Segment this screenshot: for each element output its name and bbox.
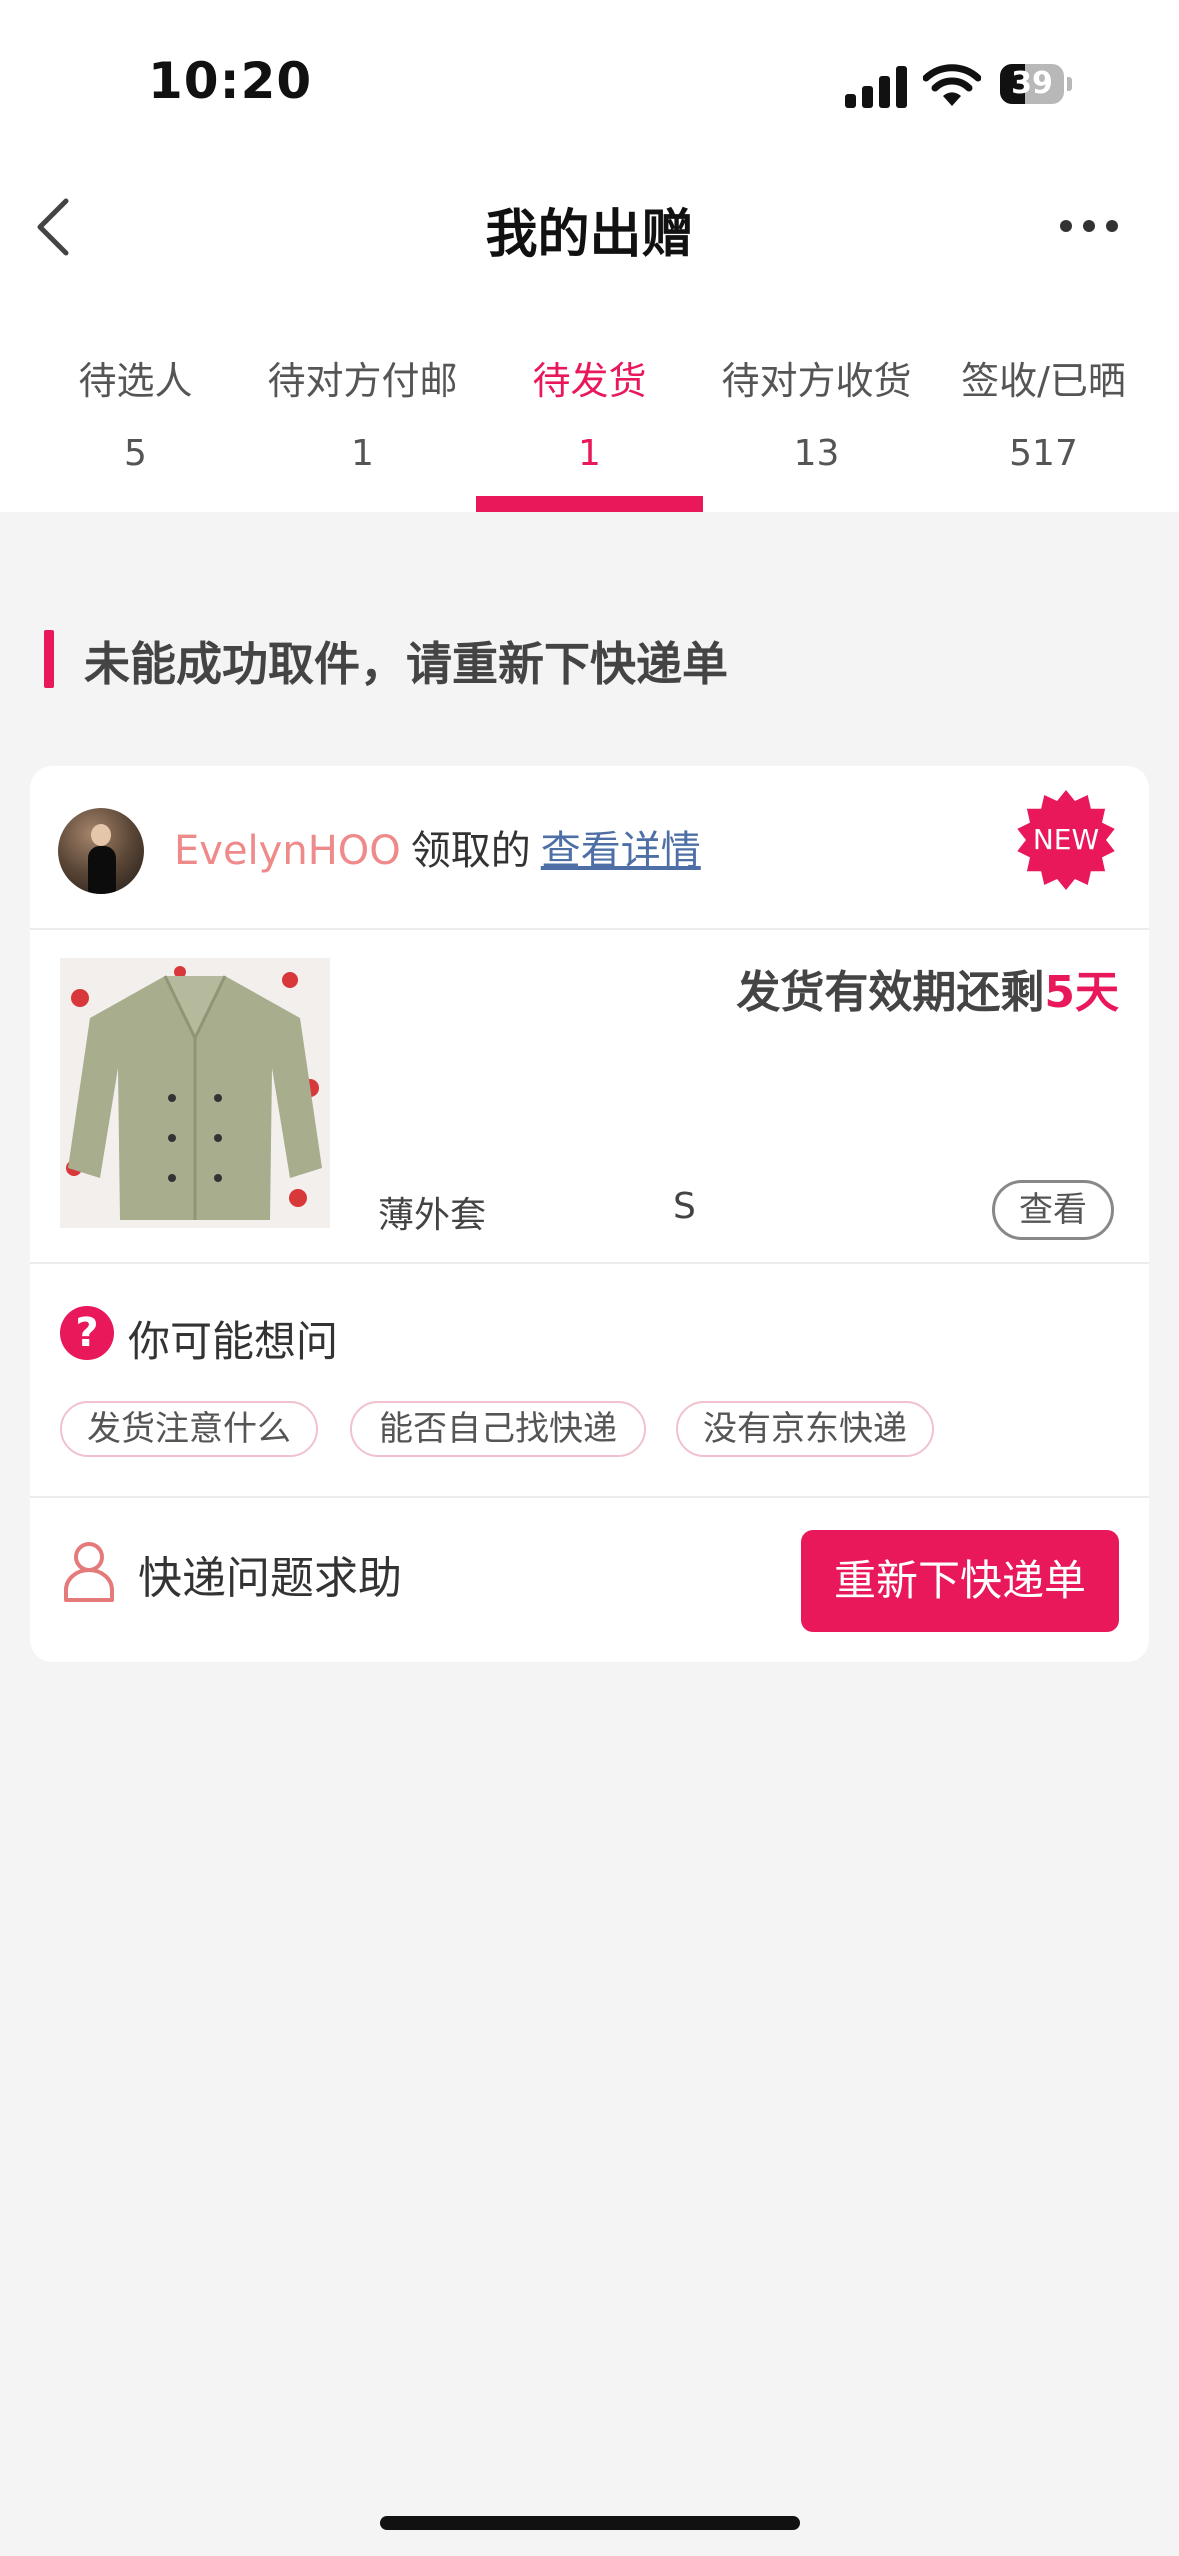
active-tab-indicator: [476, 496, 703, 512]
more-icon[interactable]: [1060, 220, 1118, 234]
new-badge-icon: NEW: [1014, 788, 1118, 892]
username[interactable]: EvelynHOO: [174, 828, 401, 874]
tab-to-select[interactable]: 待选人 5: [22, 340, 249, 512]
divider: [30, 1262, 1149, 1264]
view-details-link[interactable]: 查看详情: [541, 828, 701, 874]
tab-label: 待对方付邮: [267, 359, 458, 403]
item-name: 薄外套: [378, 1195, 487, 1236]
tab-label: 签收/已晒: [961, 359, 1126, 403]
faq-chip[interactable]: 没有京东快递: [676, 1401, 934, 1457]
deadline-days: 5天: [1044, 967, 1119, 1018]
item-size: S: [673, 1186, 696, 1227]
divider: [30, 928, 1149, 930]
rebook-courier-button[interactable]: 重新下快递单: [801, 1530, 1119, 1632]
claim-line: EvelynHOO 领取的 查看详情: [174, 818, 701, 876]
tab-count: 1: [578, 433, 601, 474]
page-title: 我的出赠: [485, 205, 694, 265]
tab-label: 待发货: [532, 359, 647, 403]
home-indicator[interactable]: [380, 2516, 800, 2530]
battery-level: 39: [1011, 66, 1053, 101]
deadline-prefix: 发货有效期还剩: [736, 967, 1045, 1018]
avatar[interactable]: [58, 808, 144, 894]
tab-awaiting-receipt[interactable]: 待对方收货 13: [703, 340, 930, 512]
tab-label: 待对方收货: [721, 359, 912, 403]
item-photo[interactable]: [60, 958, 330, 1228]
battery-icon: 39: [1000, 64, 1072, 106]
header-area: 10:20 39 我的出赠 待选人 5 待对方付邮 1 待发货 1 待对方收货 …: [0, 0, 1179, 512]
question-icon: ?: [60, 1306, 114, 1360]
claim-text: 领取的: [410, 828, 531, 874]
view-button[interactable]: 查看: [992, 1180, 1114, 1240]
tab-count: 1: [351, 433, 374, 474]
tab-count: 13: [793, 433, 840, 474]
shipping-deadline: 发货有效期还剩5天: [736, 956, 1119, 1020]
courier-help-link[interactable]: 快递问题求助: [138, 1542, 402, 1606]
section-title: 未能成功取件，请重新下快递单: [84, 637, 728, 691]
divider: [30, 1496, 1149, 1498]
person-icon: [64, 1542, 114, 1602]
wifi-icon: [923, 64, 981, 106]
tab-count: 5: [124, 433, 147, 474]
faq-title: 你可能想问: [128, 1317, 339, 1366]
order-card: EvelynHOO 领取的 查看详情 NEW 发货有效期还剩5天 薄外套 S 查看 …: [30, 766, 1149, 1662]
new-badge-label: NEW: [1032, 823, 1100, 856]
tab-to-ship[interactable]: 待发货 1: [476, 340, 703, 512]
status-tabs: 待选人 5 待对方付邮 1 待发货 1 待对方收货 13 签收/已晒 517: [0, 340, 1179, 512]
tab-label: 待选人: [78, 359, 193, 403]
faq-chip[interactable]: 发货注意什么: [60, 1401, 318, 1457]
status-time: 10:20: [148, 52, 313, 110]
signal-icon: [845, 64, 909, 108]
faq-chip[interactable]: 能否自己找快递: [350, 1401, 646, 1457]
section-accent-bar: [44, 630, 54, 688]
tab-count: 517: [1009, 433, 1078, 474]
tab-awaiting-postage[interactable]: 待对方付邮 1: [249, 340, 476, 512]
tab-received-shared[interactable]: 签收/已晒 517: [930, 340, 1157, 512]
